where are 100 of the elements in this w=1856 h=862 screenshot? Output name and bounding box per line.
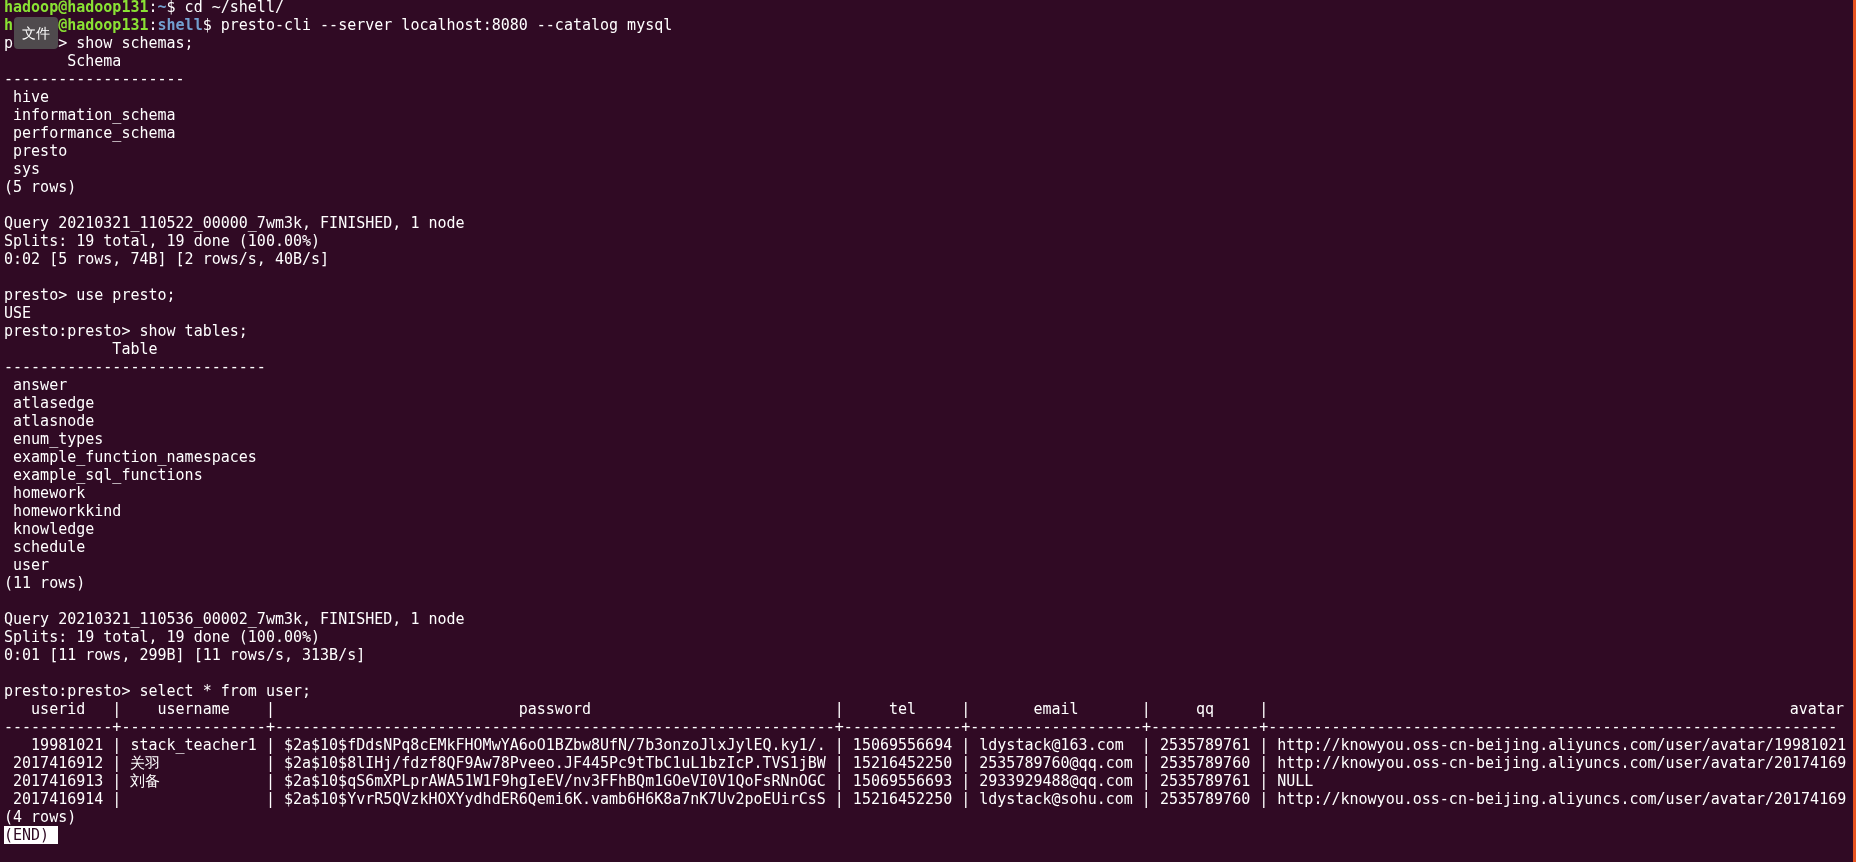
presto-prompt-line: presto:presto> select * from user; <box>4 682 312 700</box>
output-line: Table <box>111 340 159 358</box>
table-cell: 2933929488@qq.com <box>979 772 1133 790</box>
table-cell: http://knowyou.oss-cn-beijing.aliyuncs.com/user/avatar/19981021 <box>1277 736 1847 754</box>
presto-prompt-line: > show schemas; <box>58 34 194 52</box>
output-line: performance_schema <box>12 124 177 142</box>
column-divider: | <box>112 790 122 808</box>
output-line: USE <box>4 304 33 322</box>
output-line: (5 rows) <box>4 178 78 196</box>
output-line: 0:01 [11 rows, 299B] [11 rows/s, 313B/s] <box>4 646 367 664</box>
column-divider: | <box>1141 754 1151 772</box>
table-cell: 2535789761 <box>1159 772 1251 790</box>
presto-prompt-line: presto> use presto; <box>4 286 176 304</box>
column-divider: | <box>1141 736 1151 754</box>
output-line: -------------------- <box>4 70 186 88</box>
table-cell: stack_teacher1 <box>130 736 257 754</box>
table-cell: 2535789760 <box>1159 790 1251 808</box>
column-divider: | <box>961 700 971 718</box>
prompt-text: h <box>4 16 14 34</box>
column-divider: | <box>834 736 844 754</box>
column-divider: | <box>265 790 275 808</box>
column-divider: | <box>112 772 122 790</box>
table-cell: NULL <box>1277 772 1314 790</box>
table-cell: 2535789761 <box>1159 736 1251 754</box>
table-cell: 15216452250 <box>852 754 953 772</box>
table-cell: 19981021 <box>31 736 104 754</box>
output-line: atlasnode <box>12 412 96 430</box>
table-cell: ldystack@163.com <box>979 736 1124 754</box>
column-divider: | <box>834 790 844 808</box>
output-line: example_function_namespaces <box>12 448 258 466</box>
row-count: (4 rows) <box>4 808 78 826</box>
table-cell: 关羽 <box>130 754 161 772</box>
output-line: hive <box>12 88 51 106</box>
menu-tooltip: 文件 <box>14 17 58 49</box>
table-cell: 2017416913 <box>13 772 104 790</box>
table-cell: 15069556694 <box>852 736 953 754</box>
table-cell: $2a$10$qS6mXPLprAWA51W1F9hgIeEV/nv3FFhBQm1GOeVI0V1QoFsRNnOGC <box>283 772 826 790</box>
column-divider: | <box>265 772 275 790</box>
table-rule: ------------+----------------+--------------------------------------------------------------+-------------+-------------------+------------+--------------------------------------------------------------- <box>4 718 1839 736</box>
column-header: password <box>518 700 591 718</box>
output-line: sys <box>12 160 42 178</box>
column-divider: | <box>265 700 275 718</box>
output-line: Splits: 19 total, 19 done (100.00%) <box>4 628 322 646</box>
column-divider: | <box>834 700 844 718</box>
output-line: enum_types <box>12 430 105 448</box>
output-line: homeworkkind <box>12 502 123 520</box>
column-header: tel <box>889 700 917 718</box>
output-line: Splits: 19 total, 19 done (100.00%) <box>4 232 322 250</box>
output-line: homework <box>12 484 87 502</box>
column-divider: | <box>834 772 844 790</box>
column-divider: | <box>112 754 122 772</box>
column-header: qq <box>1196 700 1215 718</box>
column-header: email <box>1033 700 1079 718</box>
output-line: presto <box>12 142 69 160</box>
column-divider: | <box>961 754 971 772</box>
column-divider: | <box>1259 736 1269 754</box>
table-cell: 2535789760 <box>1159 754 1251 772</box>
column-divider: | <box>112 700 122 718</box>
table-cell: 15069556693 <box>852 772 953 790</box>
table-cell: 15216452250 <box>852 790 953 808</box>
table-cell: 刘备 <box>130 772 161 790</box>
table-cell: ldystack@sohu.com <box>979 790 1133 808</box>
output-line: ----------------------------- <box>4 358 267 376</box>
output-line: knowledge <box>12 520 96 538</box>
column-divider: | <box>112 736 122 754</box>
output-line: 0:02 [5 rows, 74B] [2 rows/s, 40B/s] <box>4 250 331 268</box>
table-cell: 2535789760@qq.com <box>979 754 1133 772</box>
presto-prompt-line: presto:presto> show tables; <box>4 322 248 340</box>
output-line: Query 20210321_110522_00000_7wm3k, FINISHED, 1 node <box>4 214 466 232</box>
table-cell: $2a$10$8lIHj/fdzf8QF9Aw78Pveeo.JF445Pc9tTbC1uL1bzIcP.TVS1jBW <box>283 754 826 772</box>
table-cell: http://knowyou.oss-cn-beijing.aliyuncs.com/user/avatar/20174169 <box>1277 790 1847 808</box>
shell-prompt-line: hadoop@hadoop131:~$ cd ~/shell/ <box>4 0 284 16</box>
column-divider: | <box>1141 790 1151 808</box>
column-divider: | <box>961 772 971 790</box>
column-divider: | <box>265 754 275 772</box>
column-divider: | <box>1141 700 1151 718</box>
output-line: user <box>12 556 51 574</box>
prompt-text: p <box>4 34 14 52</box>
column-divider: | <box>1259 772 1269 790</box>
output-line: Schema <box>66 52 123 70</box>
column-divider: | <box>1259 700 1269 718</box>
output-line: (11 rows) <box>4 574 87 592</box>
table-cell: $2a$10$fDdsNPq8cEMkFHOMwYA6oO1BZbw8UfN/7b3onzoJlxJylEQ.ky1/. <box>283 736 826 754</box>
column-divider: | <box>1259 790 1269 808</box>
output-line: atlasedge <box>12 394 96 412</box>
output-line: example_sql_functions <box>12 466 204 484</box>
column-header: avatar <box>1789 700 1844 718</box>
output-line: Query 20210321_110536_00002_7wm3k, FINISHED, 1 node <box>4 610 466 628</box>
column-divider: | <box>961 736 971 754</box>
output-line: information_schema <box>12 106 177 124</box>
shell-prompt-line: @hadoop131:shell$ presto-cli --server localhost:8080 --catalog mysql <box>58 16 673 34</box>
table-cell: 2017416914 <box>13 790 104 808</box>
output-line: schedule <box>12 538 87 556</box>
table-cell: $2a$10$YvrR5QVzkHOXYydhdER6Qemi6K.vamb6H6K8a7nK7Uv2poEUirCsS <box>283 790 826 808</box>
column-header: username <box>157 700 230 718</box>
column-divider: | <box>265 736 275 754</box>
table-cell: 2017416912 <box>13 754 104 772</box>
pager-end-marker: (END) <box>4 826 59 844</box>
column-divider: | <box>961 790 971 808</box>
output-line: answer <box>12 376 69 394</box>
